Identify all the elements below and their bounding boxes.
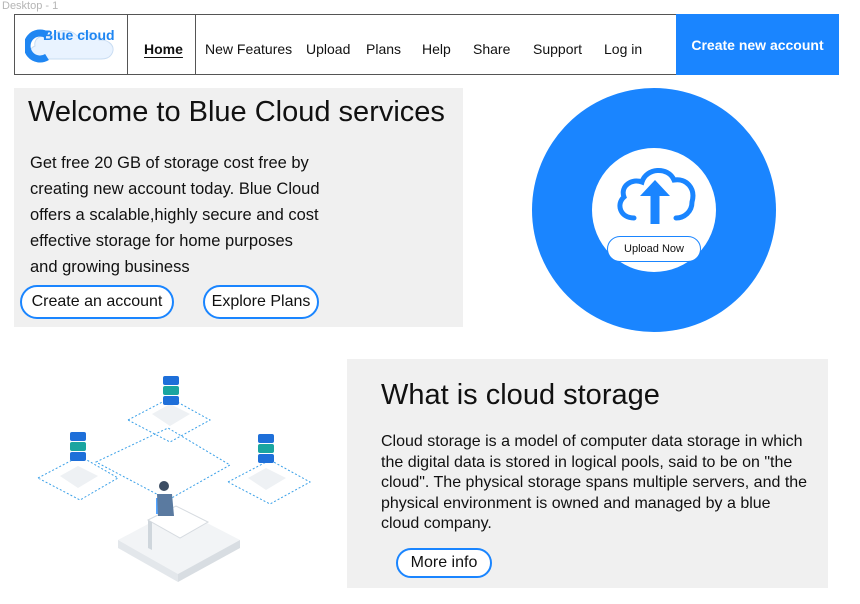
server-left [60, 432, 98, 488]
nav-divider [195, 15, 196, 74]
nav-upload[interactable]: Upload [306, 41, 350, 57]
logo-text: Blue cloud [43, 27, 115, 43]
create-account-button[interactable]: Create an account [20, 285, 174, 319]
frame-label: Desktop - 1 [2, 0, 59, 12]
cloud-server-network-illustration [36, 376, 312, 582]
server-top [152, 376, 190, 426]
nav-support[interactable]: Support [533, 41, 582, 57]
hero-title: Welcome to Blue Cloud services [28, 96, 445, 128]
info-title: What is cloud storage [381, 379, 660, 411]
nav-login[interactable]: Log in [604, 41, 642, 57]
more-info-button[interactable]: More info [396, 548, 492, 578]
nav-home[interactable]: Home [144, 41, 183, 57]
nav-new-features[interactable]: New Features [205, 41, 292, 57]
nav-share[interactable]: Share [473, 41, 510, 57]
logo[interactable]: Blue cloud [15, 15, 128, 74]
top-navbar: Blue cloud Home New Features Upload Plan… [14, 14, 839, 75]
explore-plans-button[interactable]: Explore Plans [203, 285, 319, 319]
nav-help[interactable]: Help [422, 41, 451, 57]
info-description: Cloud storage is a model of computer dat… [381, 433, 808, 532]
upload-now-button[interactable]: Upload Now [607, 236, 701, 262]
create-new-account-button[interactable]: Create new account [676, 14, 839, 75]
hero-section: Welcome to Blue Cloud services Get free … [14, 88, 463, 327]
nav-plans[interactable]: Plans [366, 41, 401, 57]
server-right [248, 434, 286, 490]
hero-description: Get free 20 GB of storage cost free by c… [30, 154, 320, 276]
upload-inner-circle: Upload Now [592, 148, 716, 272]
upload-widget: Upload Now [532, 88, 776, 332]
cloud-upload-icon [617, 168, 696, 224]
info-section: What is cloud storage Cloud storage is a… [347, 359, 828, 588]
